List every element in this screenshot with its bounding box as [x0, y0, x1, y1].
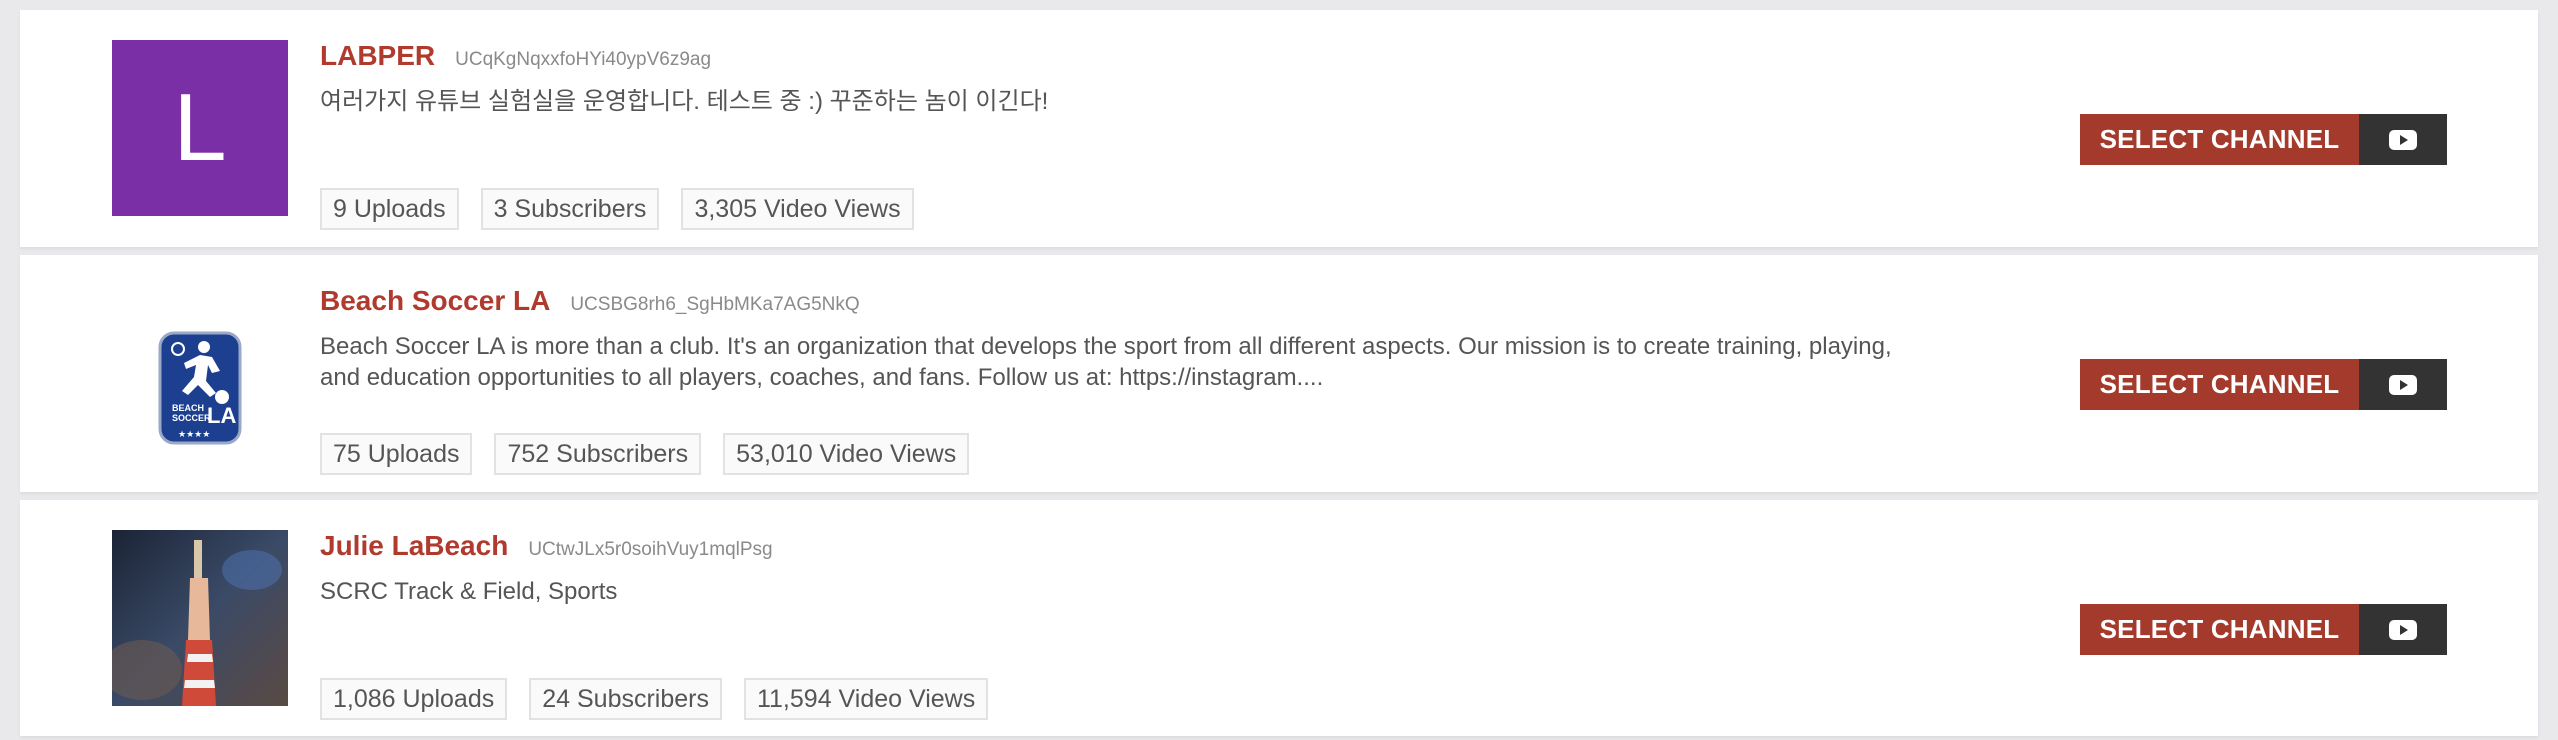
- channel-name[interactable]: Julie LaBeach: [320, 530, 508, 562]
- channel-name[interactable]: LABPER: [320, 40, 435, 72]
- views-badge: 53,010 Video Views: [723, 433, 970, 475]
- uploads-badge: 75 Uploads: [320, 433, 473, 475]
- avatar-letter: L: [173, 74, 227, 181]
- channel-card: Julie LaBeach UCtwJLx5r0soihVuy1mqlPsg S…: [20, 500, 2538, 736]
- channel-id: UCqKgNqxxfoHYi40ypV6z9ag: [455, 49, 712, 70]
- uploads-badge: 9 Uploads: [320, 188, 459, 230]
- logo-line1: BEACH: [172, 403, 204, 413]
- views-badge: 11,594 Video Views: [743, 678, 989, 720]
- youtube-play-icon: [2359, 359, 2447, 410]
- channel-title-row: Julie LaBeach UCtwJLx5r0soihVuy1mqlPsg: [320, 530, 1920, 570]
- select-channel-label: SELECT CHANNEL: [2080, 604, 2359, 655]
- channel-list: L LABPER UCqKgNqxxfoHYi40ypV6z9ag 여러가지 유…: [0, 0, 2558, 740]
- select-channel-button[interactable]: SELECT CHANNEL: [2080, 114, 2447, 165]
- channel-description: 여러가지 유튜브 실험실을 운영합니다. 테스트 중 :) 꾸준하는 놈이 이긴…: [320, 88, 1049, 115]
- channel-id: UCSBG8rh6_SgHbMKa7AG5NkQ: [570, 294, 860, 315]
- channel-card: BEACH SOCCER LA ★★★★ Beach Soccer LA UCS…: [20, 255, 2538, 492]
- channel-avatar: [112, 530, 288, 706]
- youtube-play-icon: [2359, 604, 2447, 655]
- channel-stats: 1,086 Uploads 24 Subscribers 11,594 Vide…: [320, 678, 989, 720]
- select-channel-label: SELECT CHANNEL: [2080, 359, 2359, 410]
- channel-stats: 9 Uploads 3 Subscribers 3,305 Video View…: [320, 188, 914, 230]
- youtube-play-icon: [2359, 114, 2447, 165]
- channel-name[interactable]: Beach Soccer LA: [320, 285, 550, 317]
- subscribers-badge: 3 Subscribers: [480, 188, 660, 230]
- views-badge: 3,305 Video Views: [681, 188, 914, 230]
- channel-card: L LABPER UCqKgNqxxfoHYi40ypV6z9ag 여러가지 유…: [20, 10, 2538, 247]
- select-channel-button[interactable]: SELECT CHANNEL: [2080, 359, 2447, 410]
- subscribers-badge: 752 Subscribers: [494, 433, 702, 475]
- channel-description: Beach Soccer LA is more than a club. It'…: [320, 333, 1892, 391]
- channel-title-row: LABPER UCqKgNqxxfoHYi40ypV6z9ag: [320, 40, 1920, 80]
- channel-info: LABPER UCqKgNqxxfoHYi40ypV6z9ag 여러가지 유튜브…: [320, 40, 1920, 230]
- beach-soccer-logo: BEACH SOCCER LA ★★★★: [112, 285, 288, 461]
- channel-id: UCtwJLx5r0soihVuy1mqlPsg: [528, 539, 773, 560]
- logo-stars: ★★★★: [178, 430, 210, 440]
- channel-info: Julie LaBeach UCtwJLx5r0soihVuy1mqlPsg S…: [320, 530, 1920, 720]
- logo-line2: SOCCER: [172, 413, 211, 423]
- channel-description: SCRC Track & Field, Sports: [320, 578, 618, 605]
- select-channel-label: SELECT CHANNEL: [2080, 114, 2359, 165]
- channel-title-row: Beach Soccer LA UCSBG8rh6_SgHbMKa7AG5NkQ: [320, 285, 1920, 325]
- channel-info: Beach Soccer LA UCSBG8rh6_SgHbMKa7AG5NkQ…: [320, 285, 1920, 475]
- subscribers-badge: 24 Subscribers: [529, 678, 722, 720]
- channel-avatar: L: [112, 40, 288, 216]
- channel-stats: 75 Uploads 752 Subscribers 53,010 Video …: [320, 433, 970, 475]
- logo-line3: LA: [207, 403, 236, 428]
- channel-avatar: BEACH SOCCER LA ★★★★: [112, 285, 288, 461]
- select-channel-button[interactable]: SELECT CHANNEL: [2080, 604, 2447, 655]
- athlete-photo: [112, 530, 288, 706]
- uploads-badge: 1,086 Uploads: [320, 678, 508, 720]
